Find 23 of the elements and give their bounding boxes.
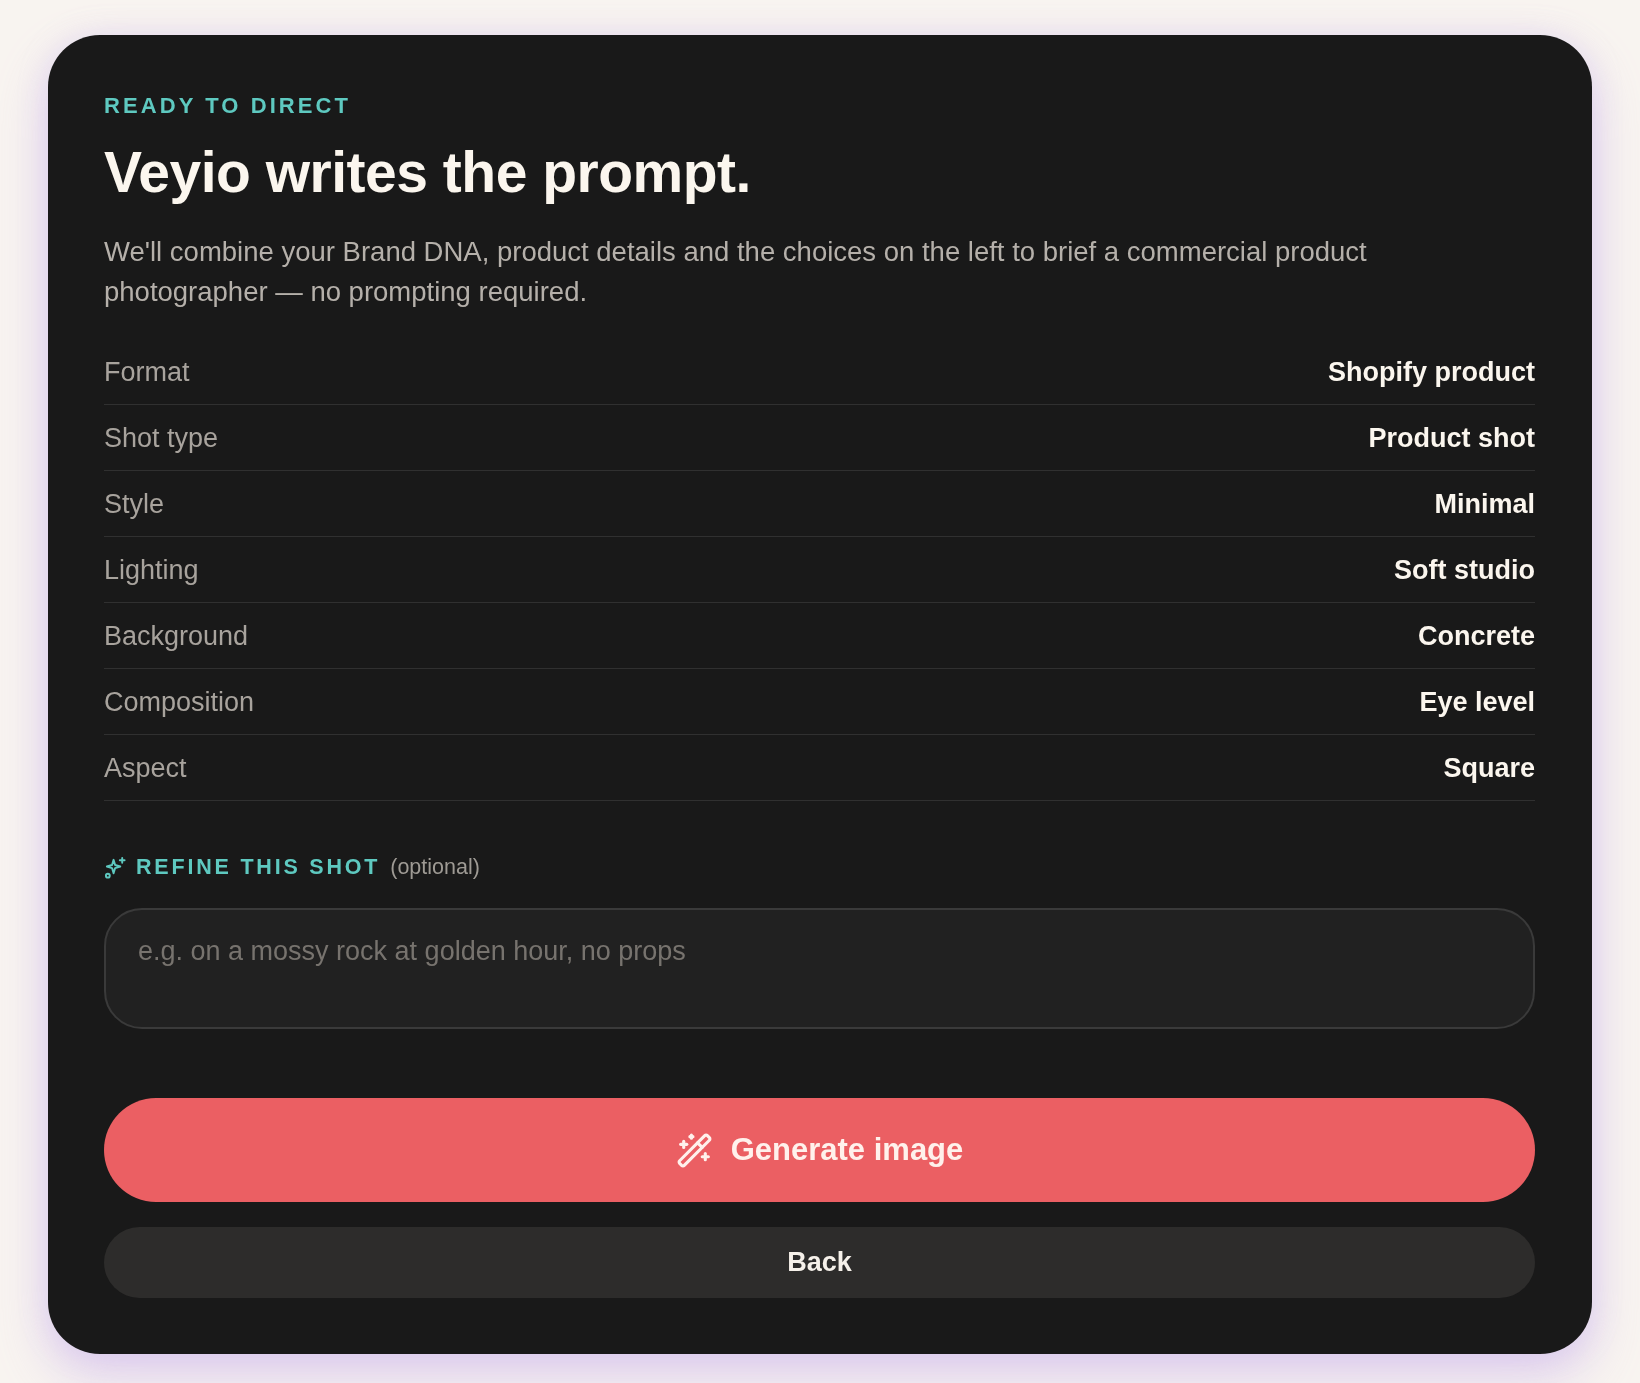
summary-value: Minimal [1434,487,1535,521]
summary-label: Aspect [104,751,187,785]
magic-wand-icon [675,1131,713,1169]
summary-label: Lighting [104,553,199,587]
summary-value: Product shot [1368,421,1535,455]
summary-value: Concrete [1417,619,1535,653]
summary-label: Format [104,355,190,389]
summary-label: Background [104,619,249,653]
optional-hint: (optional) [390,854,480,881]
summary-value: Shopify product [1328,355,1535,389]
back-button[interactable]: Back [104,1227,1535,1298]
page-title: Veyio writes the prompt. [104,139,751,206]
refine-label: REFINE THIS SHOT [136,854,381,881]
summary-value: Soft studio [1394,553,1535,587]
summary-label: Composition [104,685,255,719]
sparkle-icon [104,855,127,879]
summary-label: Style [104,487,165,521]
eyebrow-label: READY TO DIRECT [104,93,352,119]
summary-value: Eye level [1419,685,1535,719]
summary-label: Shot type [104,421,219,455]
refine-input[interactable]: e.g. on a mossy rock at golden hour, no props [104,908,1535,1029]
summary-value: Square [1443,751,1535,785]
description-text: We'll combine your Brand DNA, product details and the choices on the left to brief a commercial product photographer — no prompting required. [104,235,1368,309]
